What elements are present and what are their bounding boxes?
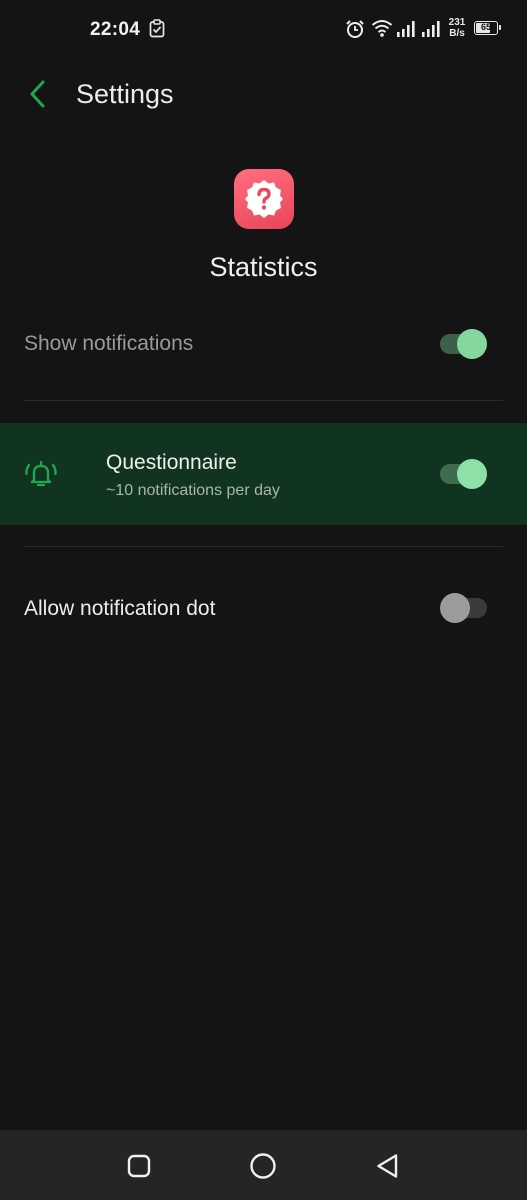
divider bbox=[24, 546, 503, 547]
divider bbox=[24, 400, 503, 401]
question-badge-icon bbox=[245, 180, 283, 218]
recents-square-icon bbox=[127, 1154, 151, 1178]
alarm-icon bbox=[345, 19, 365, 44]
toggle-thumb bbox=[457, 329, 487, 359]
toggle-thumb bbox=[440, 593, 470, 623]
questionnaire-title: Questionnaire bbox=[106, 451, 237, 474]
app-name: Statistics bbox=[209, 252, 318, 282]
show-notifications-toggle[interactable] bbox=[440, 329, 488, 359]
app-icon bbox=[234, 169, 294, 229]
navigation-bar bbox=[0, 1130, 527, 1200]
chevron-left-icon bbox=[30, 80, 45, 108]
clipboard-check-icon bbox=[149, 19, 165, 43]
home-button[interactable] bbox=[245, 1148, 281, 1184]
wifi-icon bbox=[371, 18, 393, 43]
questionnaire-subtitle: ~10 notifications per day bbox=[106, 482, 280, 499]
signal-icon bbox=[396, 21, 416, 42]
back-button[interactable] bbox=[18, 74, 58, 114]
network-speed-value: 231 bbox=[448, 17, 466, 28]
status-bar: 22:04 231 B/s 65 bbox=[0, 0, 527, 60]
toggle-thumb bbox=[457, 459, 487, 489]
status-time: 22:04 bbox=[90, 19, 141, 40]
show-notifications-row[interactable]: Show notifications bbox=[0, 320, 527, 370]
network-speed-unit: B/s bbox=[449, 28, 465, 39]
page-title: Settings bbox=[76, 79, 174, 109]
back-triangle-icon bbox=[377, 1154, 398, 1178]
system-back-button[interactable] bbox=[370, 1148, 406, 1184]
show-notifications-label: Show notifications bbox=[24, 332, 194, 355]
network-speed: 231 B/s bbox=[445, 17, 469, 39]
recents-button[interactable] bbox=[121, 1148, 157, 1184]
questionnaire-toggle[interactable] bbox=[440, 459, 488, 489]
battery-level: 65 bbox=[480, 22, 491, 32]
notification-dot-toggle[interactable] bbox=[440, 593, 489, 623]
questionnaire-row[interactable]: Questionnaire ~10 notifications per day bbox=[0, 423, 527, 525]
battery-tip bbox=[499, 25, 501, 30]
notification-dot-label: Allow notification dot bbox=[24, 597, 216, 620]
notification-dot-row[interactable]: Allow notification dot bbox=[0, 585, 527, 635]
bell-ringing-icon bbox=[24, 459, 58, 494]
signal-icon bbox=[421, 21, 441, 42]
home-circle-icon bbox=[250, 1153, 276, 1179]
battery-icon: 65 bbox=[474, 21, 501, 35]
